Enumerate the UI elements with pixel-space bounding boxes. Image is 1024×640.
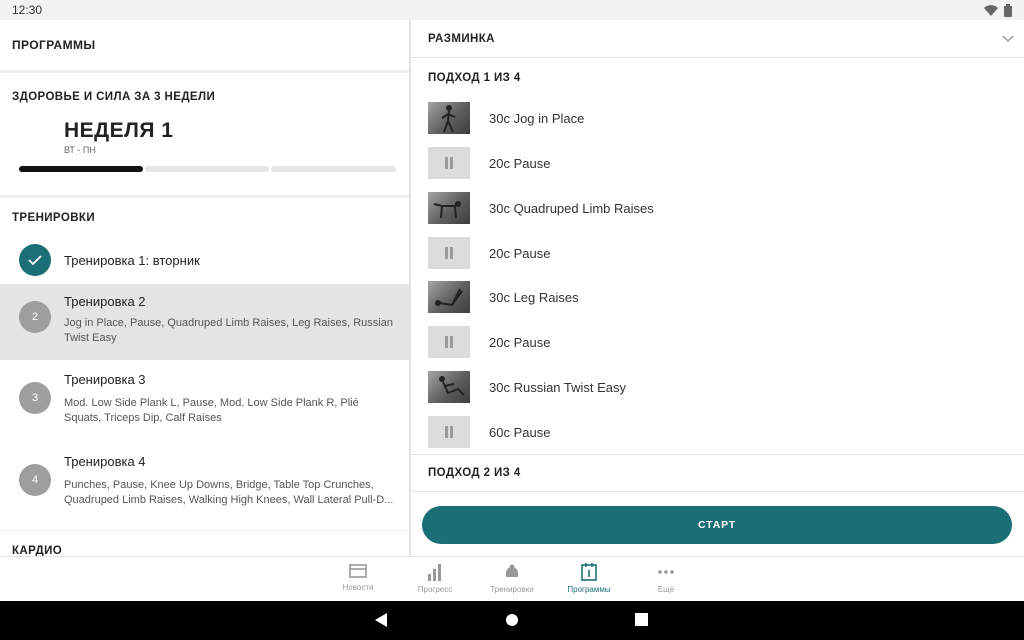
workout-description: Mod. Low Side Plank L, Pause, Mod. Low S… [64,397,359,424]
start-button[interactable]: СТАРТ [422,506,1012,544]
exercise-row[interactable]: 30с Russian Twist Easy [428,370,626,404]
wifi-icon [984,4,998,16]
week-progress-segment-1 [19,166,143,172]
nav-label: Ещё [657,585,675,594]
week-title: НЕДЕЛЯ 1 [64,119,174,142]
status-time: 12:30 [12,3,43,17]
status-bar: 12:30 [0,0,1024,20]
workout-number-badge: 2 [19,301,51,333]
workout-title: Тренировка 3 [64,372,146,387]
workout-title: Тренировка 1: вторник [64,253,200,268]
battery-icon [1004,3,1012,17]
cardio-section-title[interactable]: КАРДИО [0,531,409,556]
pause-icon [428,416,470,448]
workout-title: Тренировка 4 [64,454,146,469]
exercise-row[interactable]: 60с Pause [428,415,550,449]
workouts-section: ТРЕНИРОВКИ Тренировка 1: вторник 2 Трени… [0,198,409,530]
exercise-row[interactable]: 30с Jog in Place [428,101,584,135]
exercise-label: 30с Russian Twist Easy [489,379,627,395]
progress-icon [428,564,441,581]
page-title: ПРОГРАММЫ [12,38,96,52]
recents-icon[interactable] [635,613,648,626]
nav-label: Программы [567,585,611,594]
workouts-title: ТРЕНИРОВКИ [12,212,95,224]
workout-number-badge: 4 [19,464,51,496]
exercise-label: 30с Leg Raises [489,289,579,305]
nav-news[interactable]: Новости [323,563,393,592]
nav-programs[interactable]: Программы [554,563,624,594]
workout-item-1[interactable]: Тренировка 1: вторник [0,238,409,282]
programs-header: ПРОГРАММЫ [0,20,409,70]
set-2-title[interactable]: ПОДХОД 2 ИЗ 4 [411,454,1024,492]
exercise-label: 30с Quadruped Limb Raises [489,200,654,216]
chevron-down-icon [1002,35,1014,42]
back-icon[interactable] [375,613,388,627]
home-icon[interactable] [505,613,519,627]
pause-icon [428,147,470,179]
exercise-row[interactable]: 20с Pause [428,146,550,180]
more-icon [658,570,674,574]
pause-icon [428,326,470,358]
exercise-label: 20с Pause [489,334,551,350]
warmup-label: РАЗМИНКА [428,32,495,45]
workout-item-2[interactable]: 2 Тренировка 2 Jog in Place, Pause, Quad… [0,284,409,360]
exercise-row[interactable]: 20с Pause [428,236,550,270]
set-1-title: ПОДХОД 1 ИЗ 4 [428,72,521,84]
workout-item-3[interactable]: 3 Тренировка 3 Mod. Low Side Plank L, Pa… [0,362,409,442]
plan-title: ЗДОРОВЬЕ И СИЛА ЗА 3 НЕДЕЛИ [12,91,216,103]
exercise-row[interactable]: 30с Quadruped Limb Raises [428,191,654,225]
exercise-row[interactable]: 20с Pause [428,325,550,359]
nav-label: Тренировки [490,585,534,594]
pause-icon [428,237,470,269]
completed-check-icon [19,244,51,276]
exercise-label: 20с Pause [489,245,551,261]
nav-progress[interactable]: Прогресс [400,563,470,594]
workout-item-4[interactable]: 4 Тренировка 4 Punches, Pause, Knee Up D… [0,444,409,530]
system-navigation-bar [0,601,1024,640]
workouts-icon [506,564,518,577]
nav-label: Прогресс [417,585,453,594]
warmup-dropdown[interactable]: РАЗМИНКА [411,20,1024,58]
programs-icon [581,563,597,581]
week-progress-segment-3 [271,166,396,172]
week-progress-segment-2 [145,166,269,172]
quadruped-photo-icon [428,192,470,224]
workout-detail-panel: РАЗМИНКА ПОДХОД 1 ИЗ 4 30с Jog in Place … [411,20,1024,556]
exercise-label: 60с Pause [489,424,551,440]
exercise-label: 30с Jog in Place [489,110,585,126]
russian-twist-photo-icon [428,371,470,403]
jog-photo-icon [428,102,470,134]
workout-description: Punches, Pause, Knee Up Downs, Bridge, T… [64,479,394,506]
news-icon [349,564,367,578]
workout-number-badge: 3 [19,382,51,414]
week-progress-bar [19,166,396,172]
leg-raises-photo-icon [428,281,470,313]
status-icons [984,3,1012,17]
bottom-navigation: Новости Прогресс Тренировки Программы Ещ… [0,556,1024,601]
week-days: ВТ - ПН [64,145,96,155]
nav-more[interactable]: Ещё [631,563,701,594]
nav-label: Новости [342,583,374,592]
plan-card[interactable]: ЗДОРОВЬЕ И СИЛА ЗА 3 НЕДЕЛИ НЕДЕЛЯ 1 ВТ … [0,73,409,195]
workout-description: Jog in Place, Pause, Quadruped Limb Rais… [64,317,393,344]
exercise-label: 20с Pause [489,155,551,171]
workout-title: Тренировка 2 [64,294,146,309]
nav-workouts[interactable]: Тренировки [477,563,547,594]
exercise-row[interactable]: 30с Leg Raises [428,280,579,314]
programs-panel: ПРОГРАММЫ ЗДОРОВЬЕ И СИЛА ЗА 3 НЕДЕЛИ НЕ… [0,20,409,556]
